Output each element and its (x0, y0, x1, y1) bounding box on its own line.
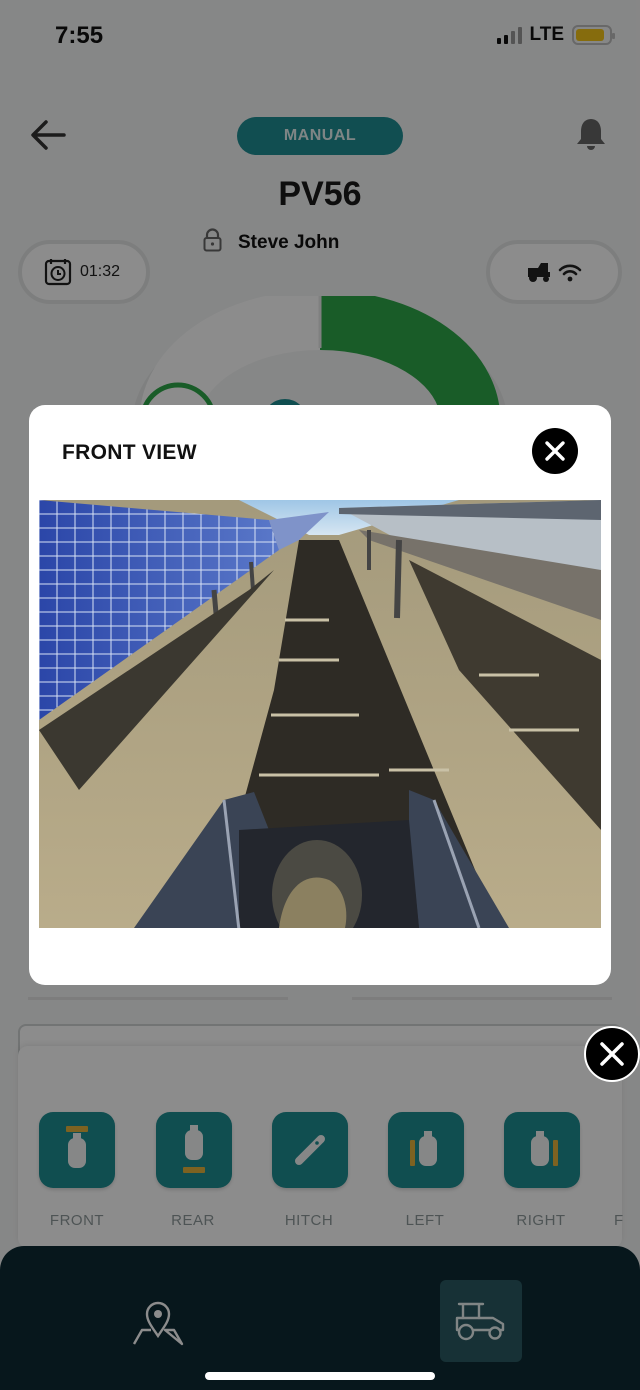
modal-title: FRONT VIEW (62, 441, 197, 464)
close-icon (600, 1042, 624, 1066)
home-indicator[interactable] (205, 1372, 435, 1380)
modal-close-button[interactable] (532, 428, 578, 474)
close-icon (545, 441, 565, 461)
camera-feed-image (39, 500, 601, 928)
front-view-modal: FRONT VIEW (29, 405, 611, 985)
camera-panel-close-button[interactable] (584, 1026, 640, 1082)
